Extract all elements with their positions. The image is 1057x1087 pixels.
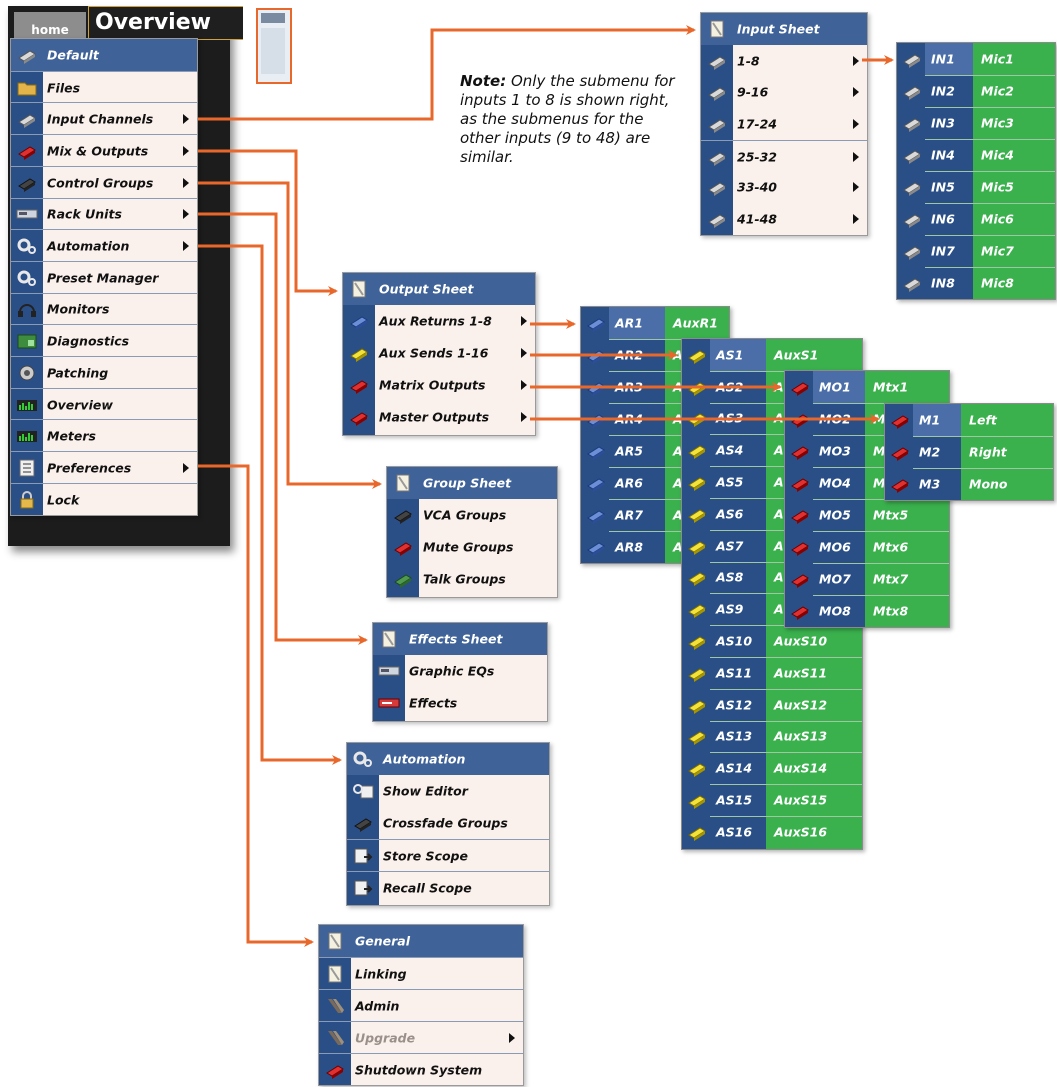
- arrow-input-channels: [198, 25, 696, 121]
- arrow-preferences: [198, 464, 314, 947]
- callout-arrows: [198, 25, 894, 947]
- arrow-mix-outputs: [198, 149, 338, 296]
- arrow-control-groups: [198, 181, 382, 489]
- arrow-automation: [198, 244, 342, 765]
- arrow-rack-units: [198, 212, 368, 645]
